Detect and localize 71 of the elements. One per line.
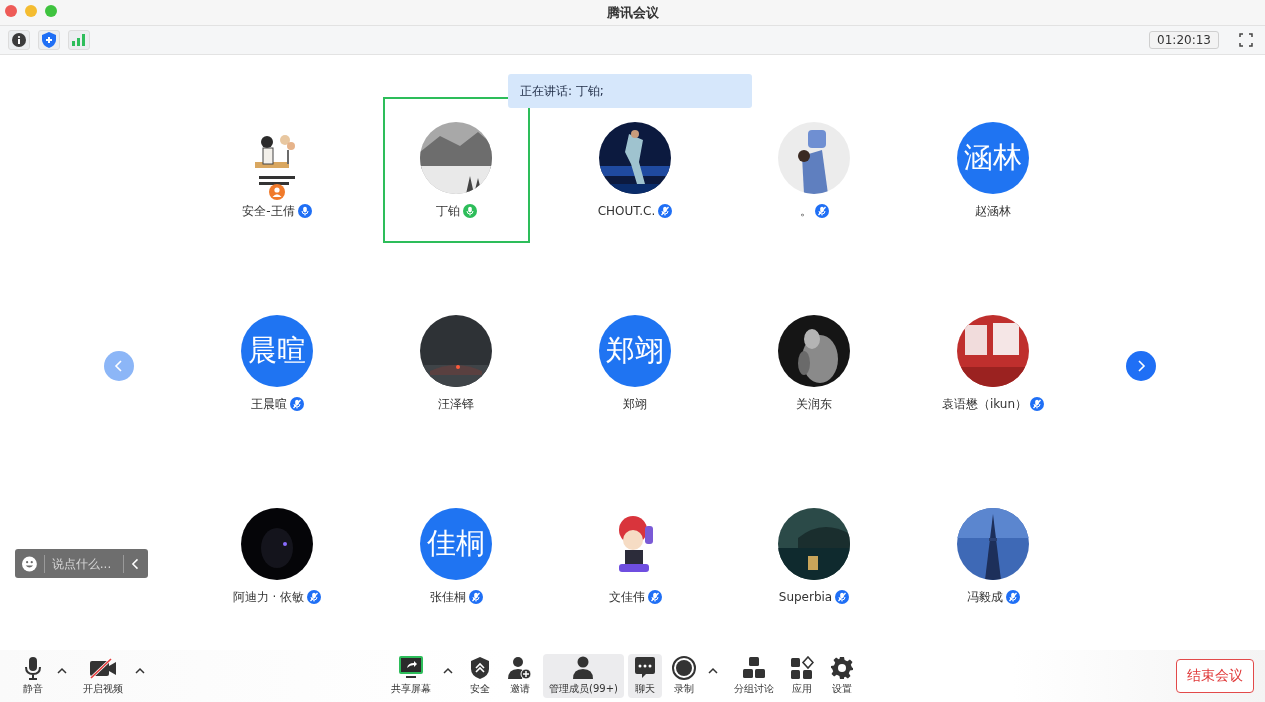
- chevron-left-icon: [114, 360, 124, 372]
- participant-tile[interactable]: 涵林 赵涵林: [919, 97, 1067, 243]
- emoji-icon[interactable]: [22, 555, 37, 572]
- video-button[interactable]: 开启视频: [77, 654, 129, 698]
- next-page-button[interactable]: [1126, 351, 1156, 381]
- breakout-button[interactable]: 分组讨论: [727, 654, 780, 698]
- participant-name: 文佳伟: [608, 588, 645, 606]
- participant-tile[interactable]: 汪泽铎: [382, 290, 530, 436]
- chat-bubble-icon: [633, 656, 656, 680]
- participant-tile[interactable]: 丁铂: [382, 97, 530, 243]
- add-person-icon: [507, 656, 533, 680]
- participant-tile[interactable]: 文佳伟: [561, 483, 709, 629]
- participant-tile[interactable]: Superbia: [740, 483, 888, 629]
- participant-name: 汪泽铎: [438, 395, 474, 413]
- caret-icon[interactable]: [57, 667, 67, 675]
- caret-icon[interactable]: [135, 667, 145, 675]
- members-button[interactable]: 管理成员(99+): [543, 654, 624, 698]
- meeting-timer: 01:20:13: [1149, 31, 1219, 49]
- participant-name: 。: [799, 202, 812, 220]
- share-button[interactable]: 共享屏幕: [385, 654, 437, 698]
- avatar: 晨暄: [241, 315, 313, 387]
- video-off-icon: [89, 656, 117, 680]
- person-icon: [571, 656, 596, 680]
- apps-icon: [789, 656, 814, 680]
- avatar: 郑翊: [599, 315, 671, 387]
- shield-icon: [469, 656, 491, 680]
- caret-icon[interactable]: [707, 667, 718, 675]
- chat-input[interactable]: 说点什么...: [51, 556, 116, 571]
- record-icon: [671, 656, 696, 680]
- end-meeting-button[interactable]: 结束会议: [1176, 659, 1254, 693]
- participant-name: 安全-王倩: [242, 202, 295, 220]
- participant-tile[interactable]: 冯毅成: [919, 483, 1067, 629]
- chat-button[interactable]: 聊天: [627, 654, 662, 698]
- blocks-icon: [741, 656, 766, 680]
- invite-button[interactable]: 邀请: [501, 654, 539, 698]
- apps-button[interactable]: 应用: [783, 654, 820, 698]
- participant-tile[interactable]: 佳桐 张佳桐: [382, 483, 530, 629]
- collapse-icon[interactable]: [130, 557, 140, 570]
- participant-name: 冯毅成: [966, 588, 1003, 606]
- speaking-tooltip: 正在讲话: 丁铂;: [508, 74, 752, 108]
- participant-tile[interactable]: 晨暄 王晨暄: [203, 290, 351, 436]
- shield-icon[interactable]: [38, 30, 60, 50]
- participant-tile[interactable]: 阿迪力 · 依敏: [203, 483, 351, 629]
- mic-button[interactable]: 静音: [15, 654, 51, 698]
- chevron-right-icon: [1136, 360, 1146, 372]
- participant-tile[interactable]: 安全-王倩: [203, 97, 351, 243]
- avatar: 涵林: [957, 122, 1029, 194]
- window-title: 腾讯会议: [606, 3, 659, 22]
- participant-name: 阿迪力 · 依敏: [232, 588, 305, 606]
- settings-button[interactable]: 设置: [823, 654, 860, 698]
- participant-name: Superbia: [778, 590, 833, 604]
- info-icon[interactable]: [8, 30, 30, 50]
- participant-name: CHOUT.C.: [597, 204, 656, 218]
- participant-name: 袁语懋（ikun）: [941, 395, 1028, 413]
- participant-name: 丁铂: [435, 202, 460, 220]
- participant-name: 张佳桐: [429, 588, 466, 606]
- avatar: 佳桐: [420, 508, 492, 580]
- record-button[interactable]: 录制: [665, 654, 702, 698]
- chat-input-bar[interactable]: 说点什么...: [15, 549, 148, 578]
- participant-tile[interactable]: 袁语懋（ikun）: [919, 290, 1067, 436]
- participant-name: 郑翊: [623, 395, 647, 413]
- caret-icon[interactable]: [443, 667, 453, 675]
- share-screen-icon: [398, 656, 424, 680]
- participant-name: 赵涵林: [975, 202, 1011, 220]
- participant-tile[interactable]: 郑翊 郑翊: [561, 290, 709, 436]
- participant-name: 关润东: [796, 395, 832, 413]
- settings-icon: [829, 656, 854, 680]
- security-button[interactable]: 安全: [463, 654, 497, 698]
- participant-name: 王晨暄: [250, 395, 287, 413]
- participant-tile[interactable]: 关润东: [740, 290, 888, 436]
- close-button[interactable]: [5, 5, 17, 17]
